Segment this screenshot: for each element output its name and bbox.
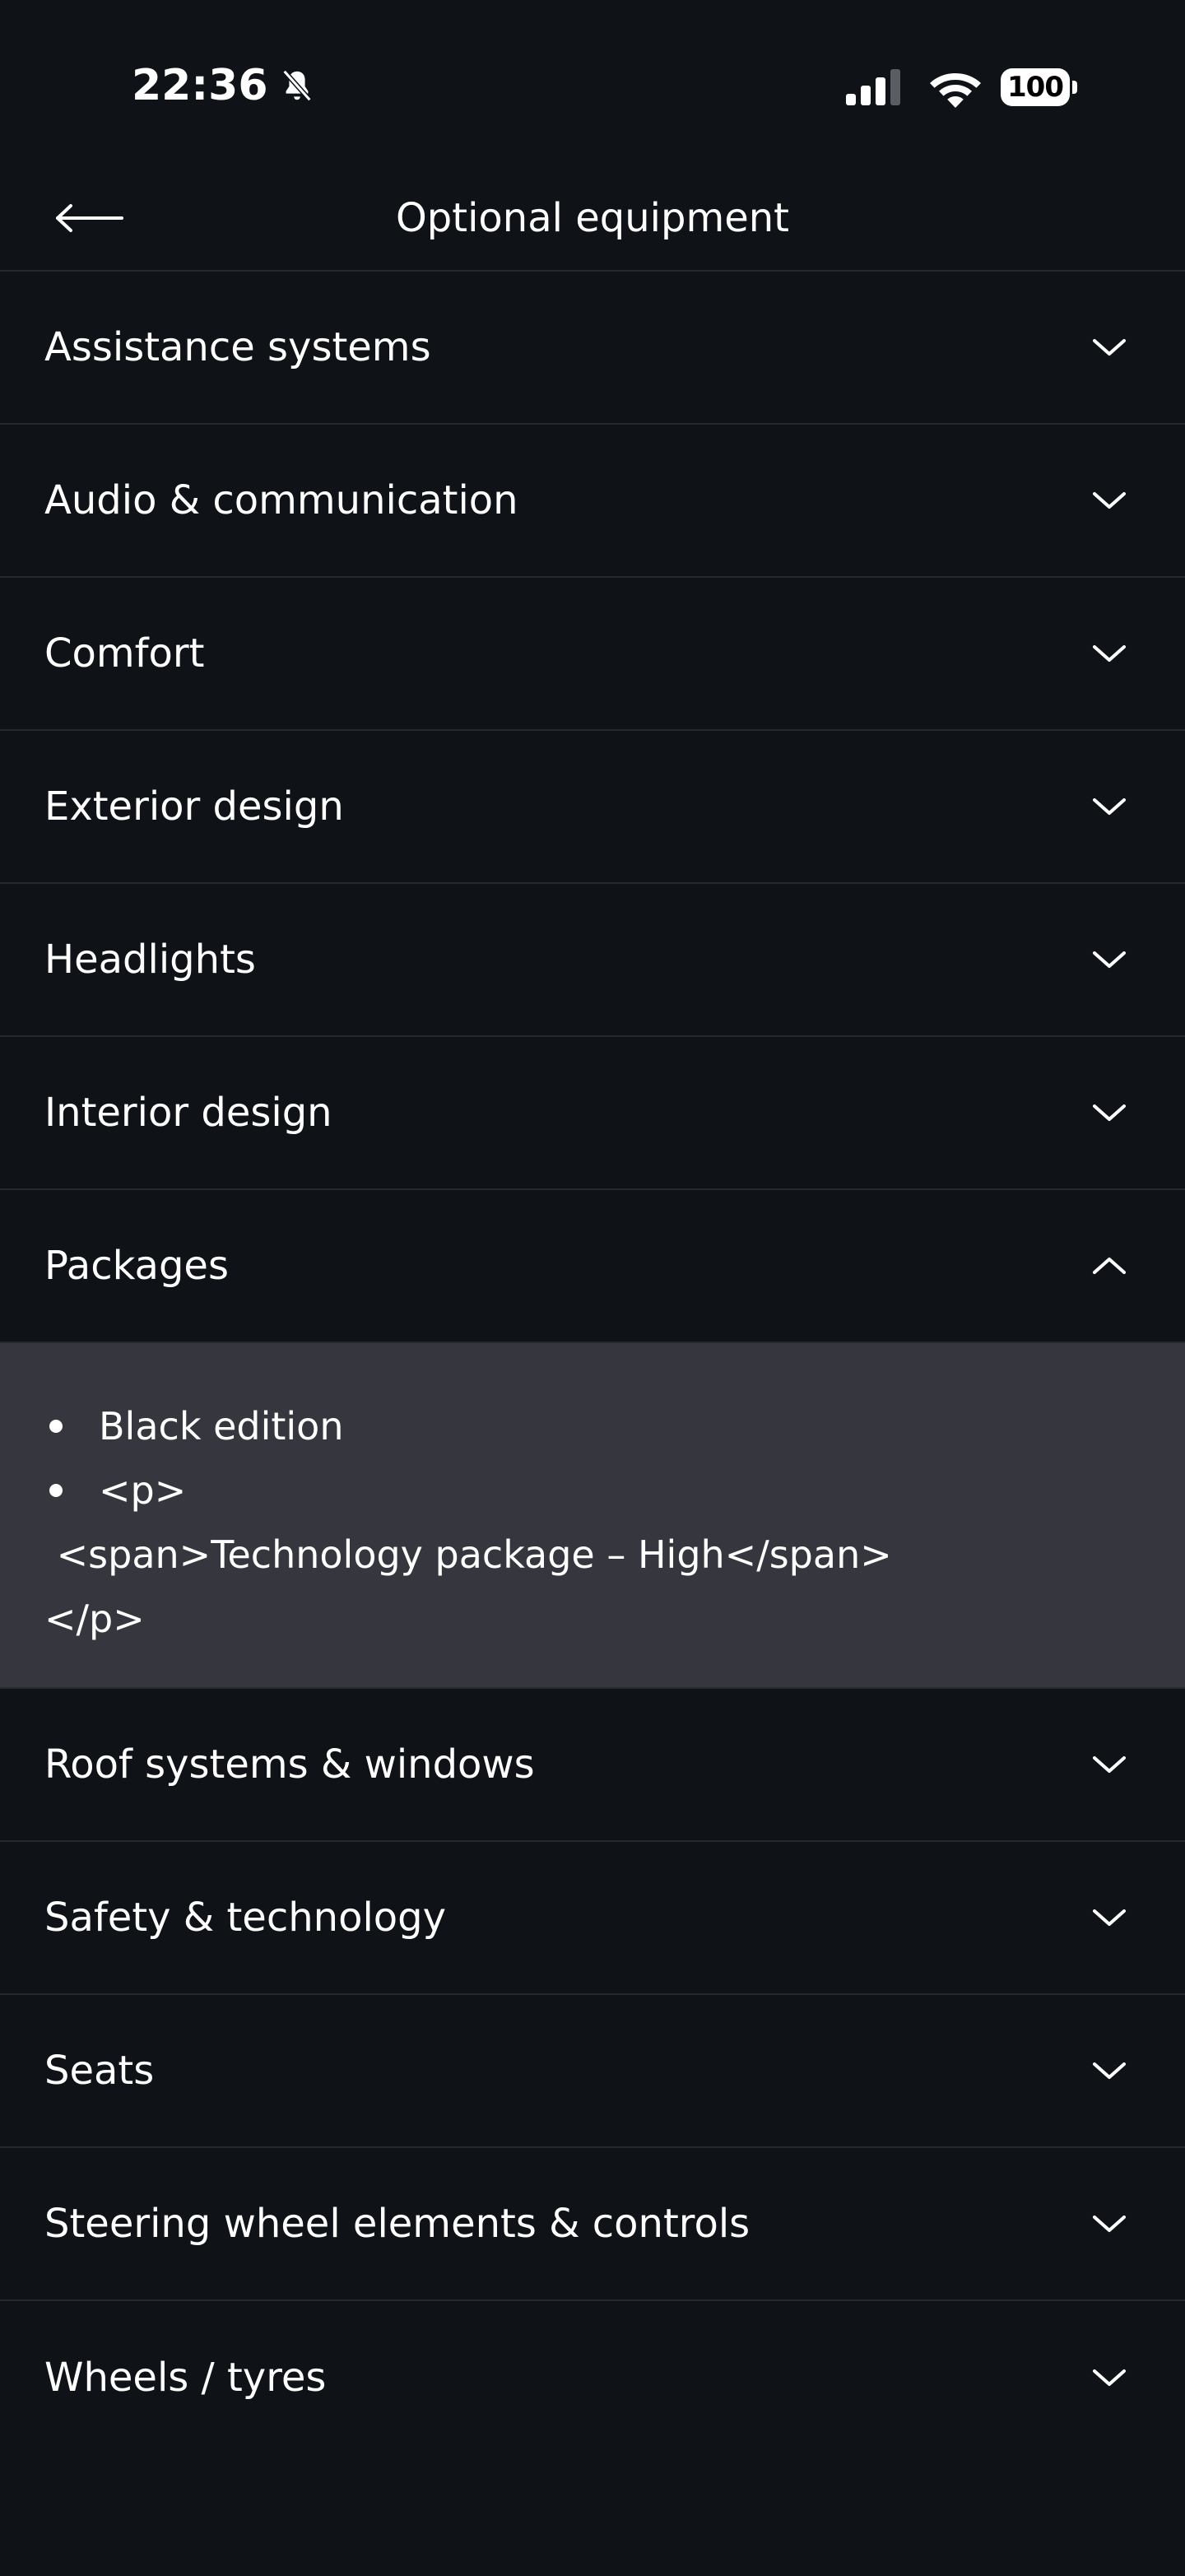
status-bar: 22:36 100	[0, 0, 1185, 165]
chevron-down-icon	[1093, 2216, 1126, 2232]
category-label: Audio & communication	[44, 477, 518, 523]
signal-icon	[846, 69, 900, 105]
category-safety-technology[interactable]: Safety & technology	[0, 1842, 1185, 1995]
equipment-category-list: Assistance systems Audio & communication…	[0, 272, 1185, 2454]
chevron-down-icon	[1093, 798, 1126, 815]
chevron-down-icon	[1093, 645, 1126, 662]
chevron-down-icon	[1093, 1104, 1126, 1121]
package-list-item: <p>	[44, 1458, 1141, 1523]
wifi-icon	[930, 73, 981, 108]
category-seats[interactable]: Seats	[0, 1995, 1185, 2148]
category-label: Roof systems & windows	[44, 1741, 535, 1788]
category-label: Seats	[44, 2048, 155, 2094]
package-list-item: Black edition	[44, 1394, 1141, 1458]
category-comfort[interactable]: Comfort	[0, 578, 1185, 731]
chevron-down-icon	[1093, 951, 1126, 968]
bell-slash-icon	[281, 69, 312, 102]
category-steering-wheel-elements-controls[interactable]: Steering wheel elements & controls	[0, 2148, 1185, 2301]
battery-level: 100	[1001, 68, 1070, 106]
packages-expanded-panel: Black edition <p> <span>Technology packa…	[0, 1343, 1185, 1689]
chevron-down-icon	[1093, 339, 1126, 356]
category-exterior-design[interactable]: Exterior design	[0, 731, 1185, 884]
battery-icon: 100	[1001, 67, 1078, 108]
bullet-icon	[49, 1484, 63, 1497]
category-label: Assistance systems	[44, 324, 431, 370]
category-label: Wheels / tyres	[44, 2355, 327, 2401]
category-audio-communication[interactable]: Audio & communication	[0, 425, 1185, 578]
chevron-down-icon	[1093, 492, 1126, 509]
chevron-up-icon	[1093, 1258, 1126, 1274]
category-label: Exterior design	[44, 783, 344, 830]
category-label: Headlights	[44, 937, 256, 983]
category-headlights[interactable]: Headlights	[0, 884, 1185, 1037]
chevron-down-icon	[1093, 2062, 1126, 2079]
package-raw-line: <span>Technology package – High</span>	[44, 1532, 892, 1577]
category-wheels-tyres[interactable]: Wheels / tyres	[0, 2301, 1185, 2454]
category-interior-design[interactable]: Interior design	[0, 1037, 1185, 1190]
category-label: Packages	[44, 1243, 229, 1289]
package-raw-line: </p>	[44, 1597, 145, 1641]
page-title: Optional equipment	[396, 195, 789, 241]
category-label: Comfort	[44, 630, 205, 677]
chevron-down-icon	[1093, 1909, 1126, 1926]
category-roof-systems-windows[interactable]: Roof systems & windows	[0, 1689, 1185, 1842]
bullet-icon	[49, 1420, 63, 1433]
status-time: 22:36	[132, 61, 268, 110]
category-packages[interactable]: Packages	[0, 1190, 1185, 1343]
chevron-down-icon	[1093, 1756, 1126, 1773]
category-label: Safety & technology	[44, 1895, 447, 1941]
status-indicators: 100	[846, 63, 1078, 112]
battery-cap	[1072, 81, 1077, 94]
category-label: Steering wheel elements & controls	[44, 2201, 750, 2247]
arrow-left-icon	[56, 204, 123, 232]
top-app-bar: Optional equipment	[0, 165, 1185, 272]
category-assistance-systems[interactable]: Assistance systems	[0, 272, 1185, 425]
status-time-group: 22:36	[132, 59, 316, 112]
package-name: <p>	[99, 1468, 187, 1513]
back-button[interactable]	[53, 189, 135, 247]
chevron-down-icon	[1093, 2369, 1126, 2386]
package-name: Black edition	[99, 1404, 344, 1448]
category-label: Interior design	[44, 1090, 332, 1136]
